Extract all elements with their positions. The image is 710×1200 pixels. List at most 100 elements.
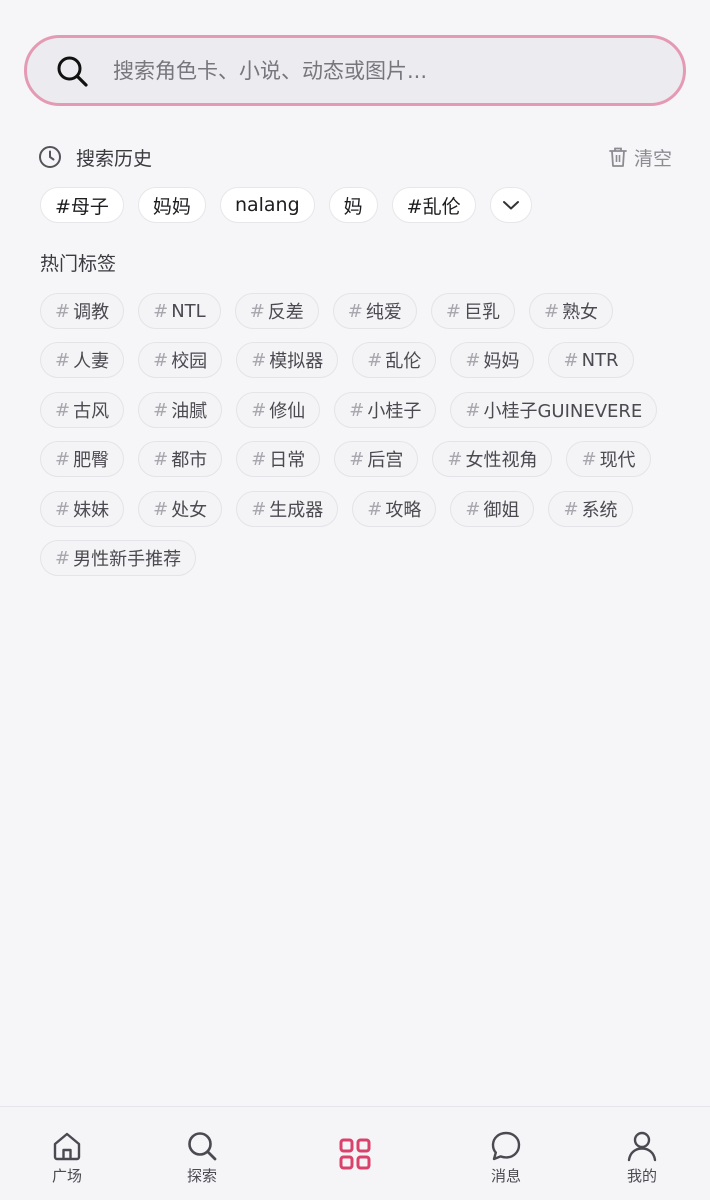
hot-tag[interactable]: # 模拟器 <box>236 342 339 378</box>
hot-tag-label: 后宫 <box>367 450 404 471</box>
hot-tag[interactable]: # 妹妹 <box>40 491 125 527</box>
hashtag-icon: # <box>445 300 461 322</box>
hot-tag-label: 都市 <box>171 450 208 471</box>
nav-label-messages: 消息 <box>490 1167 521 1185</box>
nav-item-explore[interactable]: 探索 <box>157 1107 247 1200</box>
hashtag-icon: # <box>251 349 267 371</box>
hashtag-icon: # <box>543 300 560 322</box>
history-chip[interactable]: #母子 <box>40 187 124 223</box>
nav-item-plaza[interactable]: 广场 <box>22 1107 112 1200</box>
hot-tag[interactable]: # 修仙 <box>236 392 321 428</box>
hashtag-icon: # <box>251 399 267 421</box>
hashtag-icon: # <box>249 300 265 322</box>
hot-tag-label: 乱伦 <box>385 351 422 372</box>
bottom-nav: 广场 探索 消息 我的 <box>0 1106 710 1200</box>
hot-tag-label: 巨乳 <box>463 302 500 323</box>
hot-tag-label: 女性视角 <box>465 450 538 471</box>
hot-tag-label: 系统 <box>581 500 618 521</box>
search-page: 搜索历史 清空 #母子 妈妈 nalang 妈 #乱伦 热门标签 #调教#NTL… <box>0 0 710 1200</box>
hashtag-icon: # <box>563 349 579 371</box>
history-chip[interactable]: 妈 <box>328 187 378 223</box>
hot-tag-label: 校园 <box>171 351 208 372</box>
hot-tag[interactable]: # 小桂子 <box>334 392 437 428</box>
hot-tag-label: 熟女 <box>562 302 599 323</box>
hot-tag[interactable]: # 女性视角 <box>432 441 553 477</box>
hot-tag[interactable]: # 现代 <box>566 441 651 477</box>
hot-tag[interactable]: # 校园 <box>138 342 223 378</box>
hot-tag[interactable]: # 乱伦 <box>352 342 437 378</box>
search-bar[interactable] <box>24 35 686 106</box>
hot-tag[interactable]: # 攻略 <box>352 491 437 527</box>
hot-tags-title: 热门标签 <box>40 253 117 275</box>
hashtag-icon: # <box>153 498 169 520</box>
hashtag-icon: # <box>55 448 71 470</box>
hot-tag[interactable]: # 男性新手推荐 <box>40 540 197 576</box>
nav-item-messages[interactable]: 消息 <box>461 1107 551 1200</box>
hashtag-icon: # <box>465 498 481 520</box>
hot-tag[interactable]: # 系统 <box>548 491 633 527</box>
hot-tag[interactable]: # 油腻 <box>138 392 223 428</box>
hot-tag-label: 反差 <box>267 302 304 323</box>
hot-tag-label: 现代 <box>599 450 636 471</box>
hot-tag[interactable]: # NTR <box>548 342 634 378</box>
clear-history-button[interactable]: 清空 <box>608 144 672 171</box>
hashtag-icon: # <box>251 448 267 470</box>
hashtag-icon: # <box>55 547 71 569</box>
hot-tag[interactable]: # 反差 <box>234 293 319 329</box>
hot-tag-label: 肥臀 <box>73 450 110 471</box>
hashtag-icon: # <box>55 349 71 371</box>
search-input[interactable] <box>113 50 653 91</box>
hot-tag-label: 妹妹 <box>73 500 110 521</box>
hashtag-icon: # <box>55 399 71 421</box>
hot-tag-label: 纯爱 <box>365 302 402 323</box>
nav-item-profile[interactable]: 我的 <box>597 1107 687 1200</box>
hot-tag[interactable]: # 日常 <box>236 441 321 477</box>
hashtag-icon: # <box>465 399 481 421</box>
history-chip[interactable]: #乱伦 <box>391 187 476 223</box>
trash-icon <box>609 147 627 167</box>
hot-tag[interactable]: # 都市 <box>138 441 223 477</box>
hot-tag[interactable]: # 纯爱 <box>332 293 417 329</box>
hot-tag[interactable]: # 后宫 <box>334 441 419 477</box>
hot-tag[interactable]: # 巨乳 <box>430 293 515 329</box>
expand-history-button[interactable] <box>489 187 532 223</box>
nav-label-explore: 探索 <box>186 1167 217 1185</box>
nav-label-profile: 我的 <box>626 1167 657 1185</box>
hot-tag[interactable]: # 御姐 <box>450 491 535 527</box>
search-icon <box>57 56 88 87</box>
hot-tag[interactable]: # 处女 <box>138 491 223 527</box>
clock-icon <box>39 146 61 168</box>
hot-tag-label: NTR <box>581 349 619 371</box>
hot-tag[interactable]: # 生成器 <box>236 491 339 527</box>
hot-tag[interactable]: # 肥臀 <box>40 441 125 477</box>
hashtag-icon: # <box>153 349 169 371</box>
search-icon <box>188 1132 217 1161</box>
hot-tag[interactable]: # 妈妈 <box>450 342 535 378</box>
hot-tag-label: 小桂子GUINEVERE <box>483 401 643 422</box>
grid-icon <box>339 1138 371 1170</box>
hot-tag[interactable]: # NTL <box>138 293 221 329</box>
hot-tag[interactable]: # 小桂子GUINEVERE <box>450 392 658 428</box>
nav-item-categories[interactable] <box>310 1107 400 1200</box>
hot-tag-label: 调教 <box>73 302 110 323</box>
hashtag-icon: # <box>153 448 169 470</box>
hot-tag[interactable]: # 古风 <box>40 392 125 428</box>
hot-tag-label: 御姐 <box>483 500 520 521</box>
hot-tag-label: 小桂子 <box>367 401 422 422</box>
hot-tag-label: 生成器 <box>269 500 324 521</box>
hot-tag-label: 古风 <box>73 401 110 422</box>
hot-tag[interactable]: # 人妻 <box>40 342 125 378</box>
hashtag-icon: # <box>153 300 169 322</box>
hashtag-icon: # <box>251 498 267 520</box>
hashtag-icon: # <box>347 300 363 322</box>
hashtag-icon: # <box>349 448 365 470</box>
history-chip[interactable]: nalang <box>219 187 315 223</box>
hashtag-icon: # <box>349 399 365 421</box>
hot-tag[interactable]: # 熟女 <box>528 293 614 329</box>
chevron-down-icon <box>502 201 519 210</box>
hot-tag[interactable]: # 调教 <box>40 293 125 329</box>
search-history-title: 搜索历史 <box>76 147 153 170</box>
hot-tag-label: NTL <box>171 300 206 322</box>
history-chip[interactable]: 妈妈 <box>137 187 206 223</box>
hot-tag-label: 攻略 <box>385 500 422 521</box>
